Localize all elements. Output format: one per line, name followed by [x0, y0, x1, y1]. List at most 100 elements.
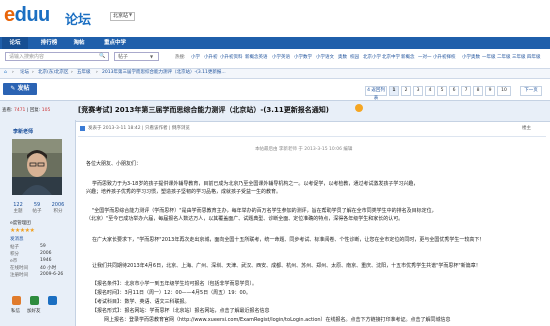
- page-link[interactable]: 1: [389, 86, 399, 96]
- thread-stats: 查看: 7471 | 回复: 105: [2, 108, 51, 113]
- logo-text: duu: [14, 4, 51, 26]
- author-posts-label: 帖子: [32, 209, 42, 214]
- breadcrumb-item[interactable]: 2013年第三届学而思综合能力测评（北京站）-(3.11更新报...: [102, 69, 226, 77]
- avatar-image: [12, 139, 62, 195]
- info-label: 注册时间: [10, 273, 28, 278]
- breadcrumb-item[interactable]: 论坛: [20, 69, 29, 77]
- hot-word[interactable]: 小学语文: [316, 54, 334, 60]
- add-friend-label: 加好友: [27, 309, 41, 314]
- post-paragraph: 【考试科目】：数学、英语、语文三科联报。: [92, 299, 190, 305]
- author-points-label: 积分: [53, 209, 63, 214]
- add-friend-icon[interactable]: [30, 296, 39, 305]
- breadcrumb-item[interactable]: 北京(东)北京区: [38, 69, 69, 77]
- nav-item-key-schools[interactable]: 重点中学: [96, 37, 134, 49]
- hot-word[interactable]: 小升初资料: [220, 54, 243, 60]
- page-link[interactable]: 3: [413, 86, 423, 96]
- hot-word[interactable]: 小学: [191, 54, 200, 60]
- post-paragraph: 学而思致力于为3-18岁的孩子提供课外辅导教育，目前已成为北京乃至全国课外辅导机…: [92, 181, 419, 187]
- message-icon[interactable]: [12, 296, 21, 305]
- site-logo[interactable]: eduu: [4, 4, 50, 27]
- info-label: e币: [10, 259, 18, 264]
- info-value: 40 小时: [40, 266, 57, 271]
- search-icon[interactable]: 🔍: [99, 53, 105, 59]
- post-paragraph[interactable]: 【报名形式】：报名网站：学而思杯（北京站）报名网站，点击了解最近报名信息: [92, 307, 270, 314]
- info-value: 2009-6-26: [40, 272, 64, 277]
- logo-accent-letter: e: [4, 4, 15, 26]
- page-link[interactable]: 10: [497, 86, 511, 96]
- post-paragraph: "全国学而思综合能力测评（学而思杯）"是由学而思教育主办，每年举办的百万名学生参…: [92, 208, 437, 214]
- hot-word[interactable]: 小学奥数: [462, 54, 480, 60]
- nav-item-collection[interactable]: 淘帖: [68, 37, 90, 49]
- hot-word[interactable]: 小升初: [204, 54, 218, 60]
- views-label: 查看:: [2, 108, 13, 113]
- info-label: 在线时间: [10, 266, 28, 271]
- profile-icon[interactable]: [48, 296, 57, 305]
- page-link[interactable]: 4: [425, 86, 435, 96]
- info-label: 积分: [10, 252, 19, 257]
- hot-word[interactable]: 北京中学: [382, 54, 400, 60]
- hot-word[interactable]: 三年级: [512, 54, 526, 60]
- chevron-down-icon: ▼: [150, 54, 154, 59]
- hot-word[interactable]: 小学数学: [294, 54, 312, 60]
- author-name[interactable]: 李新老师: [13, 128, 33, 135]
- message-label: 私信: [11, 309, 20, 314]
- post-paragraph: 【报名条件】：北京市小学一到五年级学生均可报名（包括非学而思学员）。: [92, 281, 258, 287]
- back-to-list-button[interactable]: 4 返回列表: [365, 86, 387, 101]
- thread-title: [竞赛考试] 2013年第三届学而思综合能力测评（北京站）-(3.11更新报名通…: [78, 106, 329, 114]
- post-paragraph: 让我们共同期待2013年4月6日，北京、上海、广州、深圳、天津、武汉、西安、成都…: [92, 263, 481, 269]
- hot-thread-icon: [355, 104, 363, 112]
- hot-word[interactable]: 奥数: [338, 54, 347, 60]
- home-icon[interactable]: ⌂: [4, 69, 7, 77]
- hot-word[interactable]: 新概念: [401, 54, 415, 60]
- author-group: e度管理团: [10, 221, 31, 226]
- page-link[interactable]: 9: [485, 86, 495, 96]
- nav-item-forum[interactable]: 论坛: [2, 37, 28, 49]
- hot-word[interactable]: 小学英语: [272, 54, 290, 60]
- post-paragraph: 兴趣；培养孩子优秀的学习习惯，塑造孩子坚韧的学习品格，成就孩子受益一生的教育。: [86, 189, 282, 195]
- post-paragraph: 各位大朋友、小朋友们：: [86, 161, 142, 167]
- author-message-link[interactable]: 发消息: [10, 236, 24, 242]
- replies-count: 105: [41, 108, 51, 113]
- online-status-icon: [80, 126, 85, 131]
- hot-word[interactable]: 北京小学: [363, 54, 381, 60]
- pencil-icon: ✎: [10, 85, 18, 92]
- logo-subtitle: 论坛: [65, 13, 92, 28]
- divider: [78, 136, 546, 137]
- post-paragraph: 【报名时间】：3月11日（周一）12：00——4月5日（周五）19：00。: [92, 290, 251, 296]
- page-link[interactable]: 6: [449, 86, 459, 96]
- new-post-button[interactable]: ✎ 发帖: [3, 83, 37, 95]
- post-paragraph: （北京）"至今已成功举办六届，每届报名人数达万人，以其覆盖面广、试题典型、诊断全…: [86, 216, 404, 222]
- new-post-label: 发帖: [17, 85, 30, 92]
- info-value: 59: [40, 244, 46, 249]
- page-link[interactable]: 7: [461, 86, 471, 96]
- post-meta[interactable]: 发表于 2013-3-11 18:42 | 只看该作者 | 倒序浏览: [88, 125, 190, 131]
- hot-word[interactable]: 小升初择校: [433, 54, 456, 60]
- hot-word[interactable]: 新概念英语: [245, 54, 268, 60]
- page-link[interactable]: 5: [437, 86, 447, 96]
- breadcrumb-item[interactable]: 五年级: [77, 69, 91, 77]
- hot-word[interactable]: 一对一: [418, 54, 432, 60]
- chevron-down-icon: ▼: [129, 12, 133, 17]
- info-value: 1946: [40, 258, 52, 263]
- hot-search-label: 热搜:: [175, 55, 186, 60]
- breadcrumb-sep: ›: [32, 70, 34, 75]
- post-paragraph: 在广大家长要求下，"学而思杯"2013年再次走出京城，面向全国十五所联考，统一命…: [92, 237, 485, 243]
- page-link[interactable]: 2: [401, 86, 411, 96]
- hot-word[interactable]: 二年级: [497, 54, 511, 60]
- hot-word[interactable]: 一年级: [482, 54, 496, 60]
- avatar[interactable]: [12, 139, 62, 195]
- replies-label: 回复:: [29, 108, 41, 113]
- nav-item-ranking[interactable]: 排行榜: [34, 37, 64, 49]
- info-value: 2006: [40, 251, 52, 256]
- search-input[interactable]: 请输入搜索内容: [5, 52, 109, 61]
- rank-stars-icon: ★★★★★: [10, 227, 35, 234]
- breadcrumb-sep: ›: [12, 70, 14, 75]
- next-page-button[interactable]: 下一页: [520, 86, 542, 96]
- edit-note: 本帖最后由 李新老师 于 2013-3-15 10:06 编辑: [255, 147, 353, 152]
- post-paragraph[interactable]: 网上报名：登录学而思教育官网（http://www.xueersi.com/Ex…: [104, 316, 451, 323]
- hot-word[interactable]: 校园: [350, 54, 359, 60]
- views-count: 7471: [13, 108, 26, 113]
- info-label: 帖子: [10, 245, 19, 250]
- page-link[interactable]: 8: [473, 86, 483, 96]
- hot-word[interactable]: 四年级: [527, 54, 541, 60]
